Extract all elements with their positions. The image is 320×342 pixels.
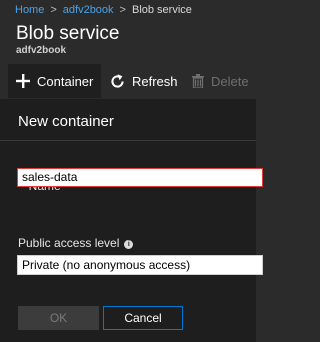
plus-icon: [15, 73, 31, 89]
breadcrumb-current: Blob service: [131, 4, 192, 16]
panel-divider: [0, 140, 256, 141]
add-container-button[interactable]: Container: [8, 64, 101, 98]
refresh-icon: [109, 73, 126, 90]
panel-title: New container: [18, 113, 114, 130]
access-level-label-text: Public access level: [18, 236, 120, 250]
delete-label: Delete: [211, 73, 249, 89]
info-icon[interactable]: i: [124, 240, 134, 249]
trash-icon: [192, 74, 204, 88]
add-container-label: Container: [37, 73, 94, 89]
breadcrumb: Home > adfv2book > Blob service: [15, 3, 192, 17]
breadcrumb-separator: >: [119, 4, 126, 16]
delete-button[interactable]: Delete: [192, 64, 264, 98]
breadcrumb-account-link[interactable]: adfv2book: [63, 4, 114, 16]
page-title: Blob service: [16, 23, 120, 44]
breadcrumb-separator: >: [50, 4, 57, 16]
access-level-label: Public access level i: [18, 236, 134, 251]
refresh-label: Refresh: [132, 73, 178, 89]
breadcrumb-home-link[interactable]: Home: [15, 4, 44, 16]
refresh-button[interactable]: Refresh: [109, 64, 189, 98]
page-subtitle: adfv2book: [16, 45, 67, 56]
access-level-select[interactable]: Private (no anonymous access): [17, 255, 263, 275]
container-name-input[interactable]: sales-data: [17, 168, 263, 187]
ok-button[interactable]: OK: [18, 306, 99, 330]
cancel-button[interactable]: Cancel: [103, 306, 183, 330]
command-bar: Container Refresh Delete: [8, 64, 256, 98]
